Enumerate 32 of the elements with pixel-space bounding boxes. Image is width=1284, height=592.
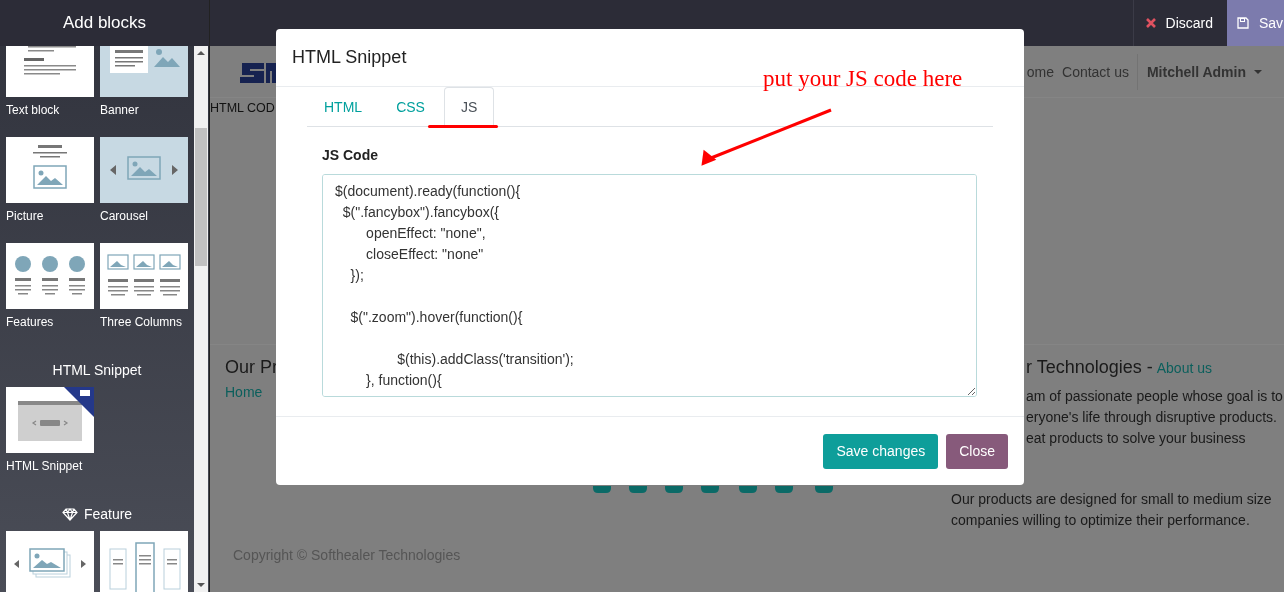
snippet-text: HTML COD [210, 101, 275, 115]
home-link[interactable]: Home [225, 384, 263, 400]
footer-text: eryone's life through disruptive products. [1025, 408, 1277, 427]
block-label: Picture [6, 209, 45, 223]
footer-heading: r Technologies - [1026, 357, 1153, 378]
block-label: HTML Snippet [6, 459, 84, 473]
nav-link[interactable]: ome [1026, 63, 1054, 80]
save-changes-button[interactable]: Save changes [823, 433, 939, 469]
close-button[interactable]: Close [946, 433, 1008, 469]
code-field[interactable]: $(document).ready(function(){ $(".fancybox").fancybox({ openEffect: "none", closeEffect: "none" }); $(".zoom").hover(function(){ $(this).addClass('transition'); }, function(){ [322, 174, 977, 397]
block-label: Banner [100, 103, 140, 117]
tab[interactable]: HTML [307, 87, 380, 127]
modal-title: HTML Snippet [292, 47, 407, 68]
save-button[interactable]: Sav [1227, 0, 1284, 46]
annotation-text: put your JS code here [763, 66, 963, 92]
block-label: Three Columns [100, 315, 184, 329]
block-label: Features [6, 315, 55, 329]
footer-text: eat products to solve your business [1025, 429, 1246, 448]
footer-heading: Our Pr [225, 357, 278, 378]
about-link[interactable]: About us [1156, 360, 1212, 376]
group-heading: Feature [83, 506, 133, 522]
tab[interactable]: CSS [379, 87, 442, 127]
block-label: Text block [6, 103, 61, 117]
group-heading: HTML Snippet [52, 362, 142, 378]
nav-link[interactable]: Contact us [1062, 63, 1129, 80]
footer-text: Our products are designed for small to medium size companies willing to optimize their performance. [951, 490, 1273, 530]
footer-text: am of passionate people whose goal is to [1025, 387, 1283, 406]
field-label: JS Code [322, 147, 379, 163]
panel-title: Add blocks [62, 13, 147, 33]
block-label: Carousel [100, 209, 150, 223]
tab[interactable]: JS [443, 87, 495, 127]
user-menu[interactable]: Mitchell Admin [1136, 53, 1284, 90]
